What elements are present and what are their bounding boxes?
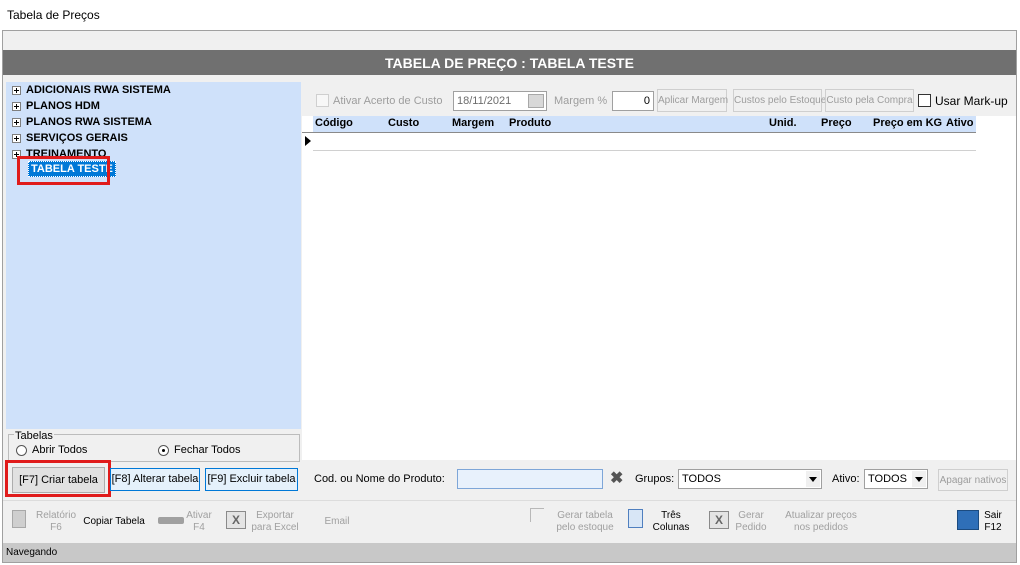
ativo-value: TODOS bbox=[868, 473, 907, 485]
custo-compra-button[interactable]: Custo pela Compra bbox=[825, 89, 914, 112]
clear-filter-icon[interactable]: ✖ bbox=[610, 470, 623, 488]
tree-item-planos-hdm[interactable]: PLANOS HDM bbox=[12, 98, 100, 114]
status-bar: Navegando bbox=[3, 543, 1016, 562]
tree-item-label: PLANOS RWA SISTEMA bbox=[26, 116, 152, 128]
col-preco[interactable]: Preço bbox=[821, 117, 852, 129]
exportar-sublabel: para Excel bbox=[251, 522, 299, 533]
usar-markup-label: Usar Mark-up bbox=[935, 94, 1008, 108]
grid-header-divider bbox=[302, 132, 976, 133]
gerar-tabela-estoque-button[interactable]: Gerar tabela pelo estoque bbox=[553, 510, 617, 534]
stock-table-icon[interactable] bbox=[530, 508, 544, 522]
relatorio-label: Relatório bbox=[35, 510, 77, 521]
expand-icon[interactable] bbox=[12, 133, 21, 143]
cod-nome-label: Cod. ou Nome do Produto: bbox=[314, 473, 445, 485]
ativar-shortcut: F4 bbox=[193, 522, 205, 533]
fechar-todos-label: Fechar Todos bbox=[174, 444, 241, 456]
excel-icon[interactable]: X bbox=[226, 511, 246, 529]
exportar-label: Exportar bbox=[256, 510, 294, 521]
ativar-acerto-label: Ativar Acerto de Custo bbox=[333, 95, 443, 107]
atualizar-label: Atualizar preços bbox=[785, 510, 857, 521]
abrir-todos-label: Abrir Todos bbox=[32, 444, 88, 456]
tres-colunas-label: Três bbox=[661, 510, 681, 521]
margem-label: Margem % bbox=[554, 95, 608, 107]
columns-icon[interactable] bbox=[628, 509, 643, 528]
usar-markup-checkbox[interactable] bbox=[918, 94, 931, 107]
exit-icon[interactable] bbox=[957, 510, 979, 530]
tree-item-label: PLANOS HDM bbox=[26, 100, 100, 112]
fechar-todos-radio[interactable]: Fechar Todos bbox=[158, 444, 240, 456]
relatorio-shortcut: F6 bbox=[50, 522, 62, 533]
grupos-value: TODOS bbox=[682, 473, 721, 485]
expand-icon[interactable] bbox=[12, 101, 21, 111]
expand-icon[interactable] bbox=[12, 85, 21, 95]
gerar-pedido-label: Gerar bbox=[738, 510, 764, 521]
ativar-button[interactable]: Ativar F4 bbox=[184, 510, 214, 534]
email-button[interactable]: Email bbox=[320, 516, 354, 528]
ativo-label: Ativo: bbox=[832, 473, 860, 485]
radio-icon[interactable] bbox=[16, 444, 27, 456]
col-ativo[interactable]: Ativo bbox=[946, 117, 974, 129]
custos-estoque-button[interactable]: Custos pelo Estoque bbox=[733, 89, 826, 112]
price-table-tree[interactable]: ADICIONAIS RWA SISTEMA PLANOS HDM PLANOS… bbox=[6, 82, 301, 429]
radio-checked-icon[interactable] bbox=[158, 444, 169, 456]
row-indicator-icon bbox=[305, 136, 311, 146]
tree-item-label: SERVIÇOS GERAIS bbox=[26, 132, 128, 144]
cod-nome-input[interactable] bbox=[457, 469, 603, 489]
tres-colunas-button[interactable]: Três Colunas bbox=[650, 510, 692, 534]
report-icon[interactable] bbox=[12, 510, 26, 528]
col-codigo[interactable]: Código bbox=[315, 117, 353, 129]
grupos-select[interactable]: TODOS bbox=[678, 469, 822, 489]
col-produto[interactable]: Produto bbox=[509, 117, 551, 129]
atualizar-precos-button[interactable]: Atualizar preços nos pedidos bbox=[782, 510, 860, 534]
window-title: Tabela de Preços bbox=[7, 8, 100, 22]
chevron-down-icon[interactable] bbox=[912, 471, 926, 487]
tabelas-legend: Tabelas bbox=[14, 430, 54, 442]
tree-item-adicionais[interactable]: ADICIONAIS RWA SISTEMA bbox=[12, 82, 171, 98]
highlight-selected-table bbox=[17, 156, 110, 185]
gerar-pedido-button[interactable]: Gerar Pedido bbox=[733, 510, 769, 534]
date-field[interactable]: 18/11/2021 bbox=[453, 91, 547, 111]
products-grid[interactable] bbox=[302, 116, 1016, 460]
exportar-excel-button[interactable]: Exportar para Excel bbox=[248, 510, 302, 534]
date-value: 18/11/2021 bbox=[457, 95, 512, 107]
apagar-nativos-button[interactable]: Apagar nativos bbox=[938, 469, 1008, 491]
tree-item-servicos[interactable]: SERVIÇOS GERAIS bbox=[12, 130, 128, 146]
gerar-tabela-sublabel: pelo estoque bbox=[556, 522, 614, 533]
sair-label: Sair bbox=[984, 510, 1002, 521]
ativar-acerto-checkbox[interactable] bbox=[316, 94, 329, 107]
tres-colunas-sublabel: Colunas bbox=[652, 522, 690, 533]
alterar-tabela-button[interactable]: [F8] Alterar tabela bbox=[110, 468, 200, 491]
tree-item-planos-rwa[interactable]: PLANOS RWA SISTEMA bbox=[12, 114, 152, 130]
gerar-pedido-sublabel: Pedido bbox=[735, 522, 767, 533]
ativar-label: Ativar bbox=[186, 510, 212, 521]
highlight-criar-tabela bbox=[5, 460, 111, 497]
toggle-icon[interactable] bbox=[158, 517, 184, 524]
grid-new-row[interactable] bbox=[313, 150, 976, 151]
col-preco-kg[interactable]: Preço em KG bbox=[873, 117, 942, 129]
relatorio-button[interactable]: Relatório F6 bbox=[33, 510, 79, 534]
grupos-label: Grupos: bbox=[635, 473, 675, 485]
atualizar-sublabel: nos pedidos bbox=[794, 522, 848, 533]
tree-item-label: ADICIONAIS RWA SISTEMA bbox=[26, 84, 171, 96]
excluir-tabela-button[interactable]: [F9] Excluir tabela bbox=[205, 468, 298, 491]
expand-icon[interactable] bbox=[12, 117, 21, 127]
margem-input[interactable]: 0 bbox=[612, 91, 654, 111]
calendar-icon[interactable] bbox=[528, 94, 544, 108]
col-unid[interactable]: Unid. bbox=[769, 117, 797, 129]
copiar-tabela-button[interactable]: Copiar Tabela bbox=[82, 516, 146, 528]
ativo-select[interactable]: TODOS bbox=[864, 469, 928, 489]
sair-shortcut: F12 bbox=[984, 522, 1002, 533]
aplicar-margem-button[interactable]: Aplicar Margem bbox=[657, 89, 728, 112]
order-icon[interactable]: X bbox=[709, 511, 729, 529]
bottom-toolbar bbox=[3, 500, 1016, 543]
abrir-todos-radio[interactable]: Abrir Todos bbox=[16, 444, 87, 456]
gerar-tabela-label: Gerar tabela bbox=[557, 510, 613, 521]
col-margem[interactable]: Margem bbox=[452, 117, 494, 129]
grid-header: Código Custo Margem Produto Unid. Preço … bbox=[313, 116, 976, 132]
col-custo[interactable]: Custo bbox=[388, 117, 419, 129]
page-title: TABELA DE PREÇO : TABELA TESTE bbox=[3, 50, 1016, 75]
chevron-down-icon[interactable] bbox=[806, 471, 820, 487]
sair-button[interactable]: Sair F12 bbox=[980, 510, 1006, 534]
